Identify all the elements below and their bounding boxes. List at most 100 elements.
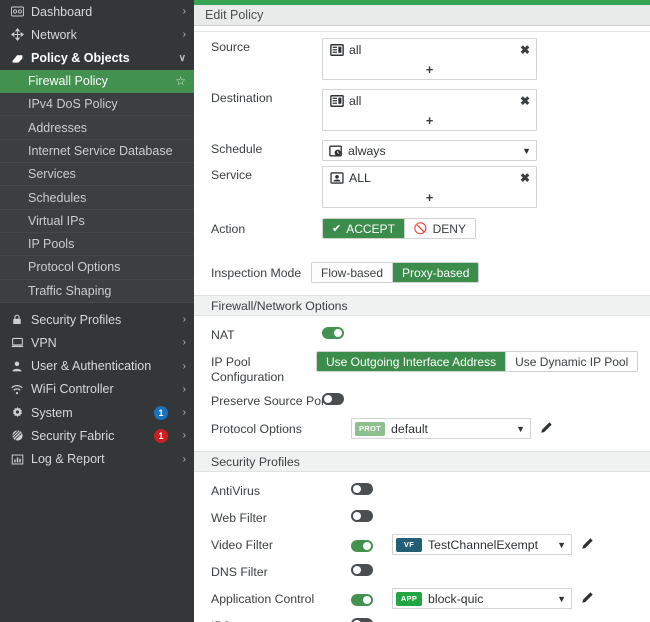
service-label: Service	[211, 164, 322, 183]
sidebar-item-wifi-controller[interactable]: WiFi Controller ›	[0, 378, 194, 401]
lock-icon	[8, 313, 26, 326]
gear-icon	[8, 406, 26, 419]
source-value-box[interactable]: all ✖ +	[322, 38, 537, 80]
ips-toggle[interactable]	[351, 618, 373, 622]
nat-row: NAT	[194, 324, 650, 346]
web-filter-toggle[interactable]	[351, 510, 373, 522]
sidebar-item-label: Security Profiles	[31, 313, 174, 327]
pencil-icon[interactable]	[581, 591, 594, 607]
source-value-item[interactable]: all ✖	[323, 39, 536, 60]
nat-toggle[interactable]	[322, 327, 344, 339]
chevron-down-icon[interactable]: ▼	[554, 594, 566, 604]
favorite-star-icon[interactable]: ☆	[172, 74, 186, 88]
inspection-mode-proxy-based-button[interactable]: Proxy-based	[393, 263, 478, 282]
schedule-dropdown[interactable]: always ▼	[322, 140, 537, 161]
close-icon[interactable]: ✖	[516, 43, 530, 57]
action-deny-button[interactable]: 🚫 DENY	[405, 219, 475, 238]
destination-value-box[interactable]: all ✖ +	[322, 89, 537, 131]
sidebar-item-traffic-shaping[interactable]: Traffic Shaping	[0, 280, 194, 303]
sidebar-item-firewall-policy[interactable]: Firewall Policy ☆	[0, 70, 194, 93]
chevron-right-icon: ›	[174, 337, 186, 348]
sidebar-item-log-report[interactable]: Log & Report ›	[0, 448, 194, 471]
spacer	[194, 284, 650, 295]
ip-pool-use-outgoing-interface-address-button[interactable]: Use Outgoing Interface Address	[317, 352, 506, 371]
video-filter-profile-dropdown[interactable]: VF TestChannelExempt ▼	[392, 534, 572, 555]
sidebar-item-vpn[interactable]: VPN ›	[0, 331, 194, 354]
close-icon[interactable]: ✖	[516, 171, 530, 185]
sidebar-subitem-label: Schedules	[28, 191, 186, 205]
dns-filter-toggle[interactable]	[351, 564, 373, 576]
sidebar-item-dashboard[interactable]: Dashboard ›	[0, 0, 194, 23]
action-control: ✔ ACCEPT 🚫 DENY	[322, 218, 650, 239]
chart-icon	[8, 453, 26, 466]
schedule-row: Schedule always ▼	[194, 138, 650, 161]
chevron-down-icon[interactable]: ▼	[519, 146, 531, 156]
nat-control	[322, 324, 650, 339]
preserve-source-port-toggle[interactable]	[322, 393, 344, 405]
protocol-options-row: Protocol Options PROT default ▼	[194, 418, 650, 440]
destination-value-label: all	[349, 94, 516, 108]
web-filter-control	[351, 507, 650, 522]
dns-filter-control	[351, 561, 650, 576]
protocol-options-dropdown[interactable]: PROT default ▼	[351, 418, 531, 439]
add-source-button[interactable]: +	[323, 60, 536, 79]
close-icon[interactable]: ✖	[516, 94, 530, 108]
service-control: ALL ✖ +	[322, 164, 650, 208]
chevron-down-icon[interactable]: ▼	[513, 424, 525, 434]
protocol-options-chip: PROT	[355, 422, 385, 436]
destination-row: Destination all ✖ +	[194, 87, 650, 131]
toggle-knob	[324, 395, 332, 403]
schedule-control: always ▼	[322, 138, 650, 161]
preserve-source-port-control	[322, 390, 650, 405]
add-destination-button[interactable]: +	[323, 111, 536, 130]
antivirus-label: AntiVirus	[211, 480, 322, 499]
schedule-value: always	[348, 144, 519, 158]
sidebar-item-services[interactable]: Services	[0, 163, 194, 186]
fabric-icon	[8, 429, 26, 442]
application-control-profile-dropdown[interactable]: APP block-quic ▼	[392, 588, 572, 609]
sidebar-item-policy-objects[interactable]: Policy & Objects ∨	[0, 47, 194, 70]
ip-pool-configuration-row: IP Pool Configuration Use Outgoing Inter…	[194, 351, 650, 385]
add-service-button[interactable]: +	[323, 188, 536, 207]
chevron-right-icon: ›	[174, 407, 186, 418]
chevron-right-icon: ›	[174, 6, 186, 17]
sidebar-item-internet-service-database[interactable]: Internet Service Database	[0, 140, 194, 163]
service-value-box[interactable]: ALL ✖ +	[322, 166, 537, 208]
sidebar-item-network[interactable]: Network ›	[0, 23, 194, 46]
pencil-icon[interactable]	[540, 421, 553, 437]
toggle-knob	[363, 542, 371, 550]
inspection-mode-row: Inspection Mode Flow-based Proxy-based	[194, 262, 650, 284]
sidebar-item-system[interactable]: System 1 ›	[0, 401, 194, 424]
sidebar-item-schedules[interactable]: Schedules	[0, 186, 194, 209]
chevron-down-icon: ∨	[174, 53, 186, 64]
ip-pool-use-dynamic-ip-pool-button[interactable]: Use Dynamic IP Pool	[506, 352, 637, 371]
ips-label: IPS	[211, 615, 322, 622]
pencil-icon[interactable]	[581, 537, 594, 553]
sidebar-item-protocol-options[interactable]: Protocol Options	[0, 256, 194, 279]
sidebar-item-label: System	[31, 406, 154, 420]
sidebar-item-ip-pools[interactable]: IP Pools	[0, 233, 194, 256]
ip-pool-segmented-control: Use Outgoing Interface Address Use Dynam…	[316, 351, 638, 372]
check-icon: ✔	[332, 222, 341, 235]
sidebar-item-label: Network	[31, 28, 174, 42]
antivirus-toggle[interactable]	[351, 483, 373, 495]
sidebar-item-security-fabric[interactable]: Security Fabric 1 ›	[0, 424, 194, 447]
sidebar-item-addresses[interactable]: Addresses	[0, 116, 194, 139]
video-filter-toggle[interactable]	[351, 540, 373, 552]
web-filter-label: Web Filter	[211, 507, 322, 526]
destination-value-item[interactable]: all ✖	[323, 90, 536, 111]
chevron-down-icon[interactable]: ▼	[554, 540, 566, 550]
address-object-icon	[330, 43, 344, 57]
action-accept-button[interactable]: ✔ ACCEPT	[323, 219, 405, 238]
status-badge: 1	[154, 429, 168, 443]
sidebar-item-ipv4-dos-policy[interactable]: IPv4 DoS Policy	[0, 93, 194, 116]
application-control-row: Application Control APP block-quic ▼	[194, 588, 650, 610]
sidebar-item-user-authentication[interactable]: User & Authentication ›	[0, 354, 194, 377]
toggle-knob	[334, 329, 342, 337]
service-value-item[interactable]: ALL ✖	[323, 167, 536, 188]
destination-label: Destination	[211, 87, 322, 106]
application-control-toggle[interactable]	[351, 594, 373, 606]
sidebar-item-virtual-ips[interactable]: Virtual IPs	[0, 210, 194, 233]
sidebar-item-security-profiles[interactable]: Security Profiles ›	[0, 308, 194, 331]
inspection-mode-flow-based-button[interactable]: Flow-based	[312, 263, 393, 282]
